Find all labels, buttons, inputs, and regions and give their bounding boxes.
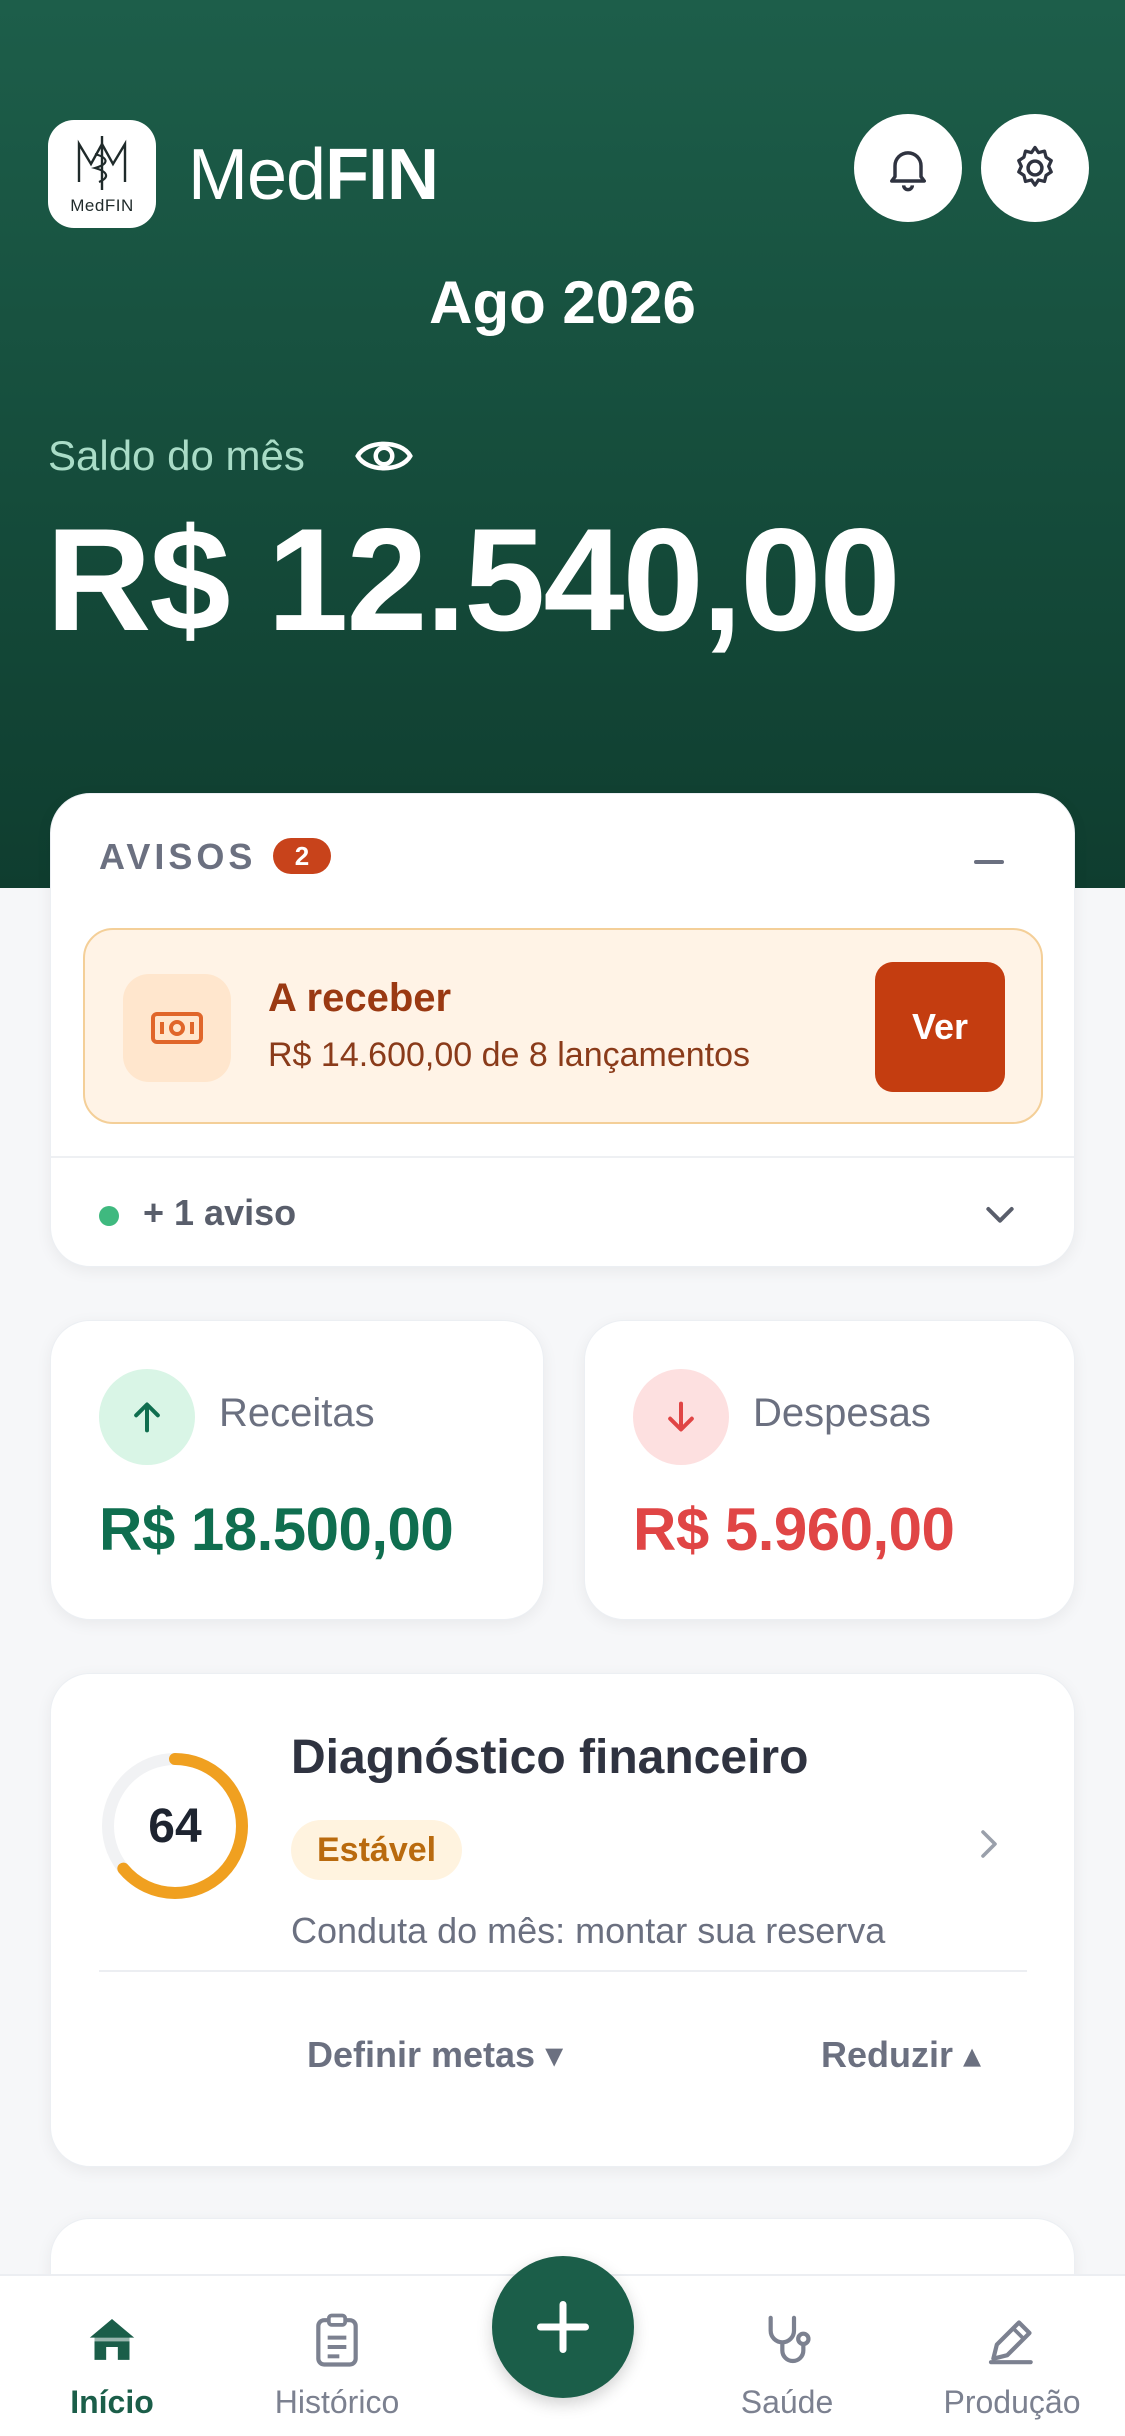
tab-producao[interactable]: Produção (912, 2276, 1112, 2436)
brand-name: MedFIN (188, 130, 439, 220)
pen-icon (982, 2310, 1042, 2370)
alerts-card: AVISOS 2 A receber R$ 14.600,00 de 8 lan… (50, 793, 1075, 1267)
gear-icon (1017, 145, 1053, 187)
tab-label: Histórico (274, 2384, 400, 2420)
expense-label: Despesas (753, 1391, 931, 1435)
app-logo: MedFIN (48, 120, 156, 228)
receivable-subtitle: R$ 14.600,00 de 8 lançamentos (268, 1036, 751, 1074)
month-selector[interactable]: Ago 2026 (0, 268, 1125, 337)
balance-label: Saldo do mês (48, 432, 305, 479)
brand-bold: FIN (325, 135, 439, 215)
chevron-down-icon[interactable] (980, 1194, 1020, 1234)
diagnosis-conduct: Conduta do mês: montar sua reserva (291, 1910, 886, 1951)
set-goals-button[interactable]: Definir metas ▾ (307, 2034, 563, 2076)
brand-light: Med (188, 135, 326, 215)
tab-label: Produção (943, 2384, 1081, 2420)
collapse-icon[interactable] (974, 860, 1004, 864)
diagnosis-title: Diagnóstico financeiro (291, 1731, 809, 1784)
receivable-alert[interactable]: A receber R$ 14.600,00 de 8 lançamentos … (83, 928, 1043, 1124)
income-value: R$ 18.500,00 (99, 1496, 454, 1563)
view-receivable-button[interactable]: Ver (875, 962, 1005, 1092)
expense-card[interactable]: Despesas R$ 5.960,00 (584, 1320, 1075, 1620)
expense-value: R$ 5.960,00 (633, 1496, 955, 1563)
bell-icon (890, 151, 926, 192)
tab-saude[interactable]: Saúde (687, 2276, 887, 2436)
status-badge: Estável (291, 1820, 463, 1880)
divider (51, 1156, 1074, 1158)
status-dot (99, 1206, 119, 1226)
money-bill-icon (123, 974, 231, 1082)
tab-inicio[interactable]: Início (12, 2276, 212, 2436)
logo-text: MedFIN (70, 196, 134, 215)
chevron-right-icon[interactable] (974, 1826, 1004, 1862)
receivable-title: A receber (268, 976, 452, 1020)
reduce-button[interactable]: Reduzir ▴ (821, 2034, 981, 2076)
eye-icon[interactable] (354, 428, 414, 484)
more-alerts-label[interactable]: + 1 aviso (143, 1192, 296, 1234)
balance-value: R$ 12.540,00 (46, 498, 901, 661)
home-icon (82, 2310, 142, 2370)
settings-button[interactable] (981, 114, 1089, 222)
add-entry-button[interactable] (492, 2256, 634, 2398)
stethoscope-icon (757, 2310, 817, 2370)
tab-label: Saúde (740, 2384, 834, 2420)
arrow-down-icon (633, 1369, 729, 1465)
caduceus-logo-icon (77, 136, 127, 190)
income-label: Receitas (219, 1391, 375, 1435)
score-value: 64 (148, 1799, 202, 1853)
alerts-title: AVISOS (99, 836, 257, 877)
diagnosis-card[interactable]: 64 Diagnóstico financeiro Estável Condut… (50, 1673, 1075, 2167)
notifications-button[interactable] (854, 114, 962, 222)
tab-label: Início (70, 2384, 154, 2420)
income-card[interactable]: Receitas R$ 18.500,00 (50, 1320, 544, 1620)
arrow-up-icon (99, 1369, 195, 1465)
tab-historico[interactable]: Histórico (237, 2276, 437, 2436)
clipboard-icon (307, 2310, 367, 2370)
alerts-count-badge: 2 (273, 838, 331, 874)
plus-icon (537, 2301, 589, 2353)
divider (99, 1970, 1027, 1972)
